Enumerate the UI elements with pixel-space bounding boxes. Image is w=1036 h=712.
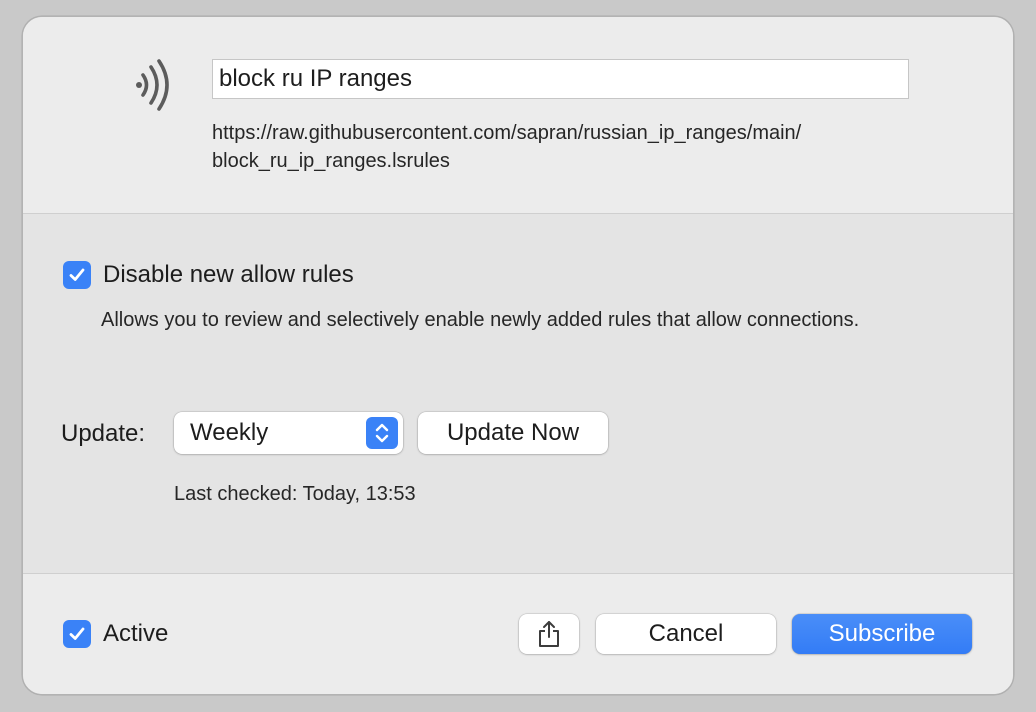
checkmark-icon bbox=[69, 627, 85, 640]
subscription-dialog: https://raw.githubusercontent.com/sapran… bbox=[22, 16, 1014, 695]
dialog-footer: Active Cancel Subscribe bbox=[23, 574, 1013, 694]
disable-new-allow-rules-description: Allows you to review and selectively ena… bbox=[101, 309, 860, 331]
update-frequency-select[interactable]: Weekly bbox=[174, 412, 403, 454]
update-now-button[interactable]: Update Now bbox=[418, 412, 608, 454]
signal-broadcast-icon bbox=[136, 59, 169, 111]
subscription-options: Disable new allow rules Allows you to re… bbox=[23, 214, 1013, 574]
checkmark-icon bbox=[69, 268, 85, 281]
active-checkbox[interactable] bbox=[63, 620, 91, 648]
subscription-header: https://raw.githubusercontent.com/sapran… bbox=[23, 17, 1013, 214]
share-button[interactable] bbox=[519, 614, 579, 654]
disable-new-allow-rules-label[interactable]: Disable new allow rules bbox=[103, 259, 354, 291]
update-frequency-value: Weekly bbox=[190, 419, 269, 446]
cancel-button[interactable]: Cancel bbox=[596, 614, 776, 654]
subscribe-button[interactable]: Subscribe bbox=[792, 614, 972, 654]
update-label: Update: bbox=[61, 420, 146, 447]
active-label[interactable]: Active bbox=[103, 618, 168, 650]
disable-new-allow-rules-checkbox[interactable] bbox=[63, 261, 91, 289]
share-icon bbox=[539, 621, 559, 647]
chevron-up-down-icon bbox=[366, 417, 398, 449]
last-checked-text: Last checked: Today, 13:53 bbox=[174, 483, 416, 505]
subscription-url: https://raw.githubusercontent.com/sapran… bbox=[212, 122, 802, 172]
subscription-name-input[interactable] bbox=[212, 59, 909, 99]
